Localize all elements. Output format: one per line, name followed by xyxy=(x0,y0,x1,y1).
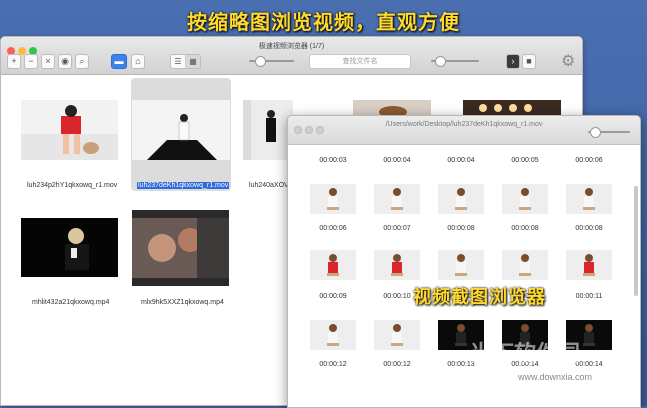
frame-image xyxy=(374,250,420,280)
view-mode-toggle[interactable]: ☰ ▦ xyxy=(170,54,201,69)
woman-in-red-image xyxy=(21,100,118,160)
frame-thumbnail[interactable] xyxy=(438,184,484,214)
grid-view-icon[interactable]: ▦ xyxy=(186,55,200,68)
frame-thumbnail[interactable] xyxy=(502,250,548,280)
video-thumbnail[interactable] xyxy=(21,100,118,160)
file-path: /Users/work/Desktop/luh237deKh1qkxowq_r1… xyxy=(385,121,543,128)
frame-image xyxy=(502,250,548,280)
folder-button[interactable]: ▬ xyxy=(111,54,127,69)
frame-timecode: 00:00:12 xyxy=(383,361,411,368)
frame-thumbnail[interactable] xyxy=(566,250,612,280)
frame-timecode: 00:00:03 xyxy=(319,157,347,164)
file-name[interactable]: mlx9hk5XXZ1qkxowq.mp4 xyxy=(141,299,224,306)
search-input[interactable]: 查找文件名 xyxy=(309,54,411,69)
woman-on-stairs-image xyxy=(132,100,230,160)
frame-timecode: 00:00:07 xyxy=(383,225,411,232)
selected-filename-label: luh237deKh1qkxowq_r1.mov xyxy=(137,182,230,189)
frame-image xyxy=(438,250,484,280)
frame-thumbnail[interactable] xyxy=(566,184,612,214)
file-name[interactable]: mhlit432a21qkxowq.mp4 xyxy=(32,299,109,306)
frame-thumbnail[interactable] xyxy=(502,184,548,214)
watermark-url: www.downxia.com xyxy=(518,372,593,382)
frame-thumbnail[interactable] xyxy=(310,320,356,350)
frame-thumbnail[interactable] xyxy=(438,250,484,280)
stop-icon: ■ xyxy=(526,56,532,66)
frame-image xyxy=(566,184,612,214)
frame-image xyxy=(310,184,356,214)
eye-icon: ◉ xyxy=(61,56,69,66)
watermark-logo: 当下软件园 xyxy=(470,342,581,367)
middle-caption: 视频截图浏览器 xyxy=(413,287,546,308)
frame-timecode: 00:00:04 xyxy=(447,157,475,164)
slider-knob[interactable] xyxy=(590,127,601,138)
search-button[interactable]: ⌕ xyxy=(75,54,89,69)
woman-black-background-image xyxy=(21,218,118,277)
file-name-selected[interactable]: luh237deKh1qkxowq_r1.mov xyxy=(137,182,230,189)
slider-knob[interactable] xyxy=(255,56,266,67)
frame-image xyxy=(310,320,356,350)
frame-image xyxy=(438,184,484,214)
gear-icon[interactable]: ⚙ xyxy=(561,51,575,71)
folder-icon: ▬ xyxy=(114,56,124,66)
frame-timecode: 00:00:11 xyxy=(575,293,603,300)
woman-black-dress-image xyxy=(243,100,293,160)
frame-thumbnail[interactable] xyxy=(374,320,420,350)
frame-thumbnail[interactable] xyxy=(374,184,420,214)
movie-scene-image xyxy=(132,210,229,286)
home-button[interactable]: ⌂ xyxy=(131,54,145,69)
frame-image xyxy=(310,250,356,280)
magnifier-icon: ⌕ xyxy=(79,56,85,66)
frame-timecode: 00:00:12 xyxy=(319,361,347,368)
frame-browser-window: /Users/work/Desktop/luh237deKh1qkxowq_r1… xyxy=(287,115,641,408)
frame-window-titlebar: /Users/work/Desktop/luh237deKh1qkxowq_r1… xyxy=(288,116,640,145)
top-caption: 按缩略图浏览视频，直观方便 xyxy=(187,10,460,34)
video-thumbnail-selected[interactable] xyxy=(132,100,230,160)
frame-timecode: 00:00:06 xyxy=(319,225,347,232)
chevron-right-icon: › xyxy=(511,56,515,66)
file-name[interactable]: luh234p2hY1qkxowq_r1.mov xyxy=(27,182,117,189)
thumbnail-size-slider[interactable] xyxy=(249,56,294,67)
preview-eye-button[interactable]: ◉ xyxy=(58,54,72,69)
remove-button[interactable]: − xyxy=(24,54,38,69)
video-thumbnail[interactable] xyxy=(132,210,229,286)
slider-knob-2[interactable] xyxy=(435,56,446,67)
frame-thumbnail[interactable] xyxy=(310,184,356,214)
stop-button[interactable]: ■ xyxy=(522,54,536,69)
add-button[interactable]: + xyxy=(7,54,21,69)
frame-image xyxy=(502,184,548,214)
video-thumbnail[interactable] xyxy=(21,218,118,277)
frame-image xyxy=(566,250,612,280)
video-thumbnail[interactable] xyxy=(243,100,293,160)
frame-image xyxy=(374,320,420,350)
vertical-scrollbar[interactable] xyxy=(634,186,638,296)
frame-timecode: 00:00:05 xyxy=(511,157,539,164)
window-title: 极速视频浏览器 (1/7) xyxy=(258,43,325,50)
home-icon: ⌂ xyxy=(135,56,141,66)
frame-thumbnail[interactable] xyxy=(374,250,420,280)
list-view-icon[interactable]: ☰ xyxy=(171,55,186,68)
frame-size-slider[interactable] xyxy=(588,127,630,138)
clear-button[interactable]: × xyxy=(41,54,55,69)
frame-timecode: 00:00:08 xyxy=(447,225,475,232)
frame-slider[interactable] xyxy=(431,56,479,67)
frame-timecode: 00:00:04 xyxy=(383,157,411,164)
frame-timecode: 00:00:08 xyxy=(511,225,539,232)
frame-timecode: 00:00:08 xyxy=(575,225,603,232)
frame-timecode: 00:00:09 xyxy=(319,293,347,300)
frame-image xyxy=(374,184,420,214)
frame-thumbnail[interactable] xyxy=(310,250,356,280)
play-button[interactable]: › xyxy=(506,54,520,69)
frame-timecode: 00:00:06 xyxy=(575,157,603,164)
toolbar: 极速视频浏览器 (1/7) + − × ◉ ⌕ ▬ ⌂ ☰ ▦ 查找文件名 › ■… xyxy=(1,37,582,75)
